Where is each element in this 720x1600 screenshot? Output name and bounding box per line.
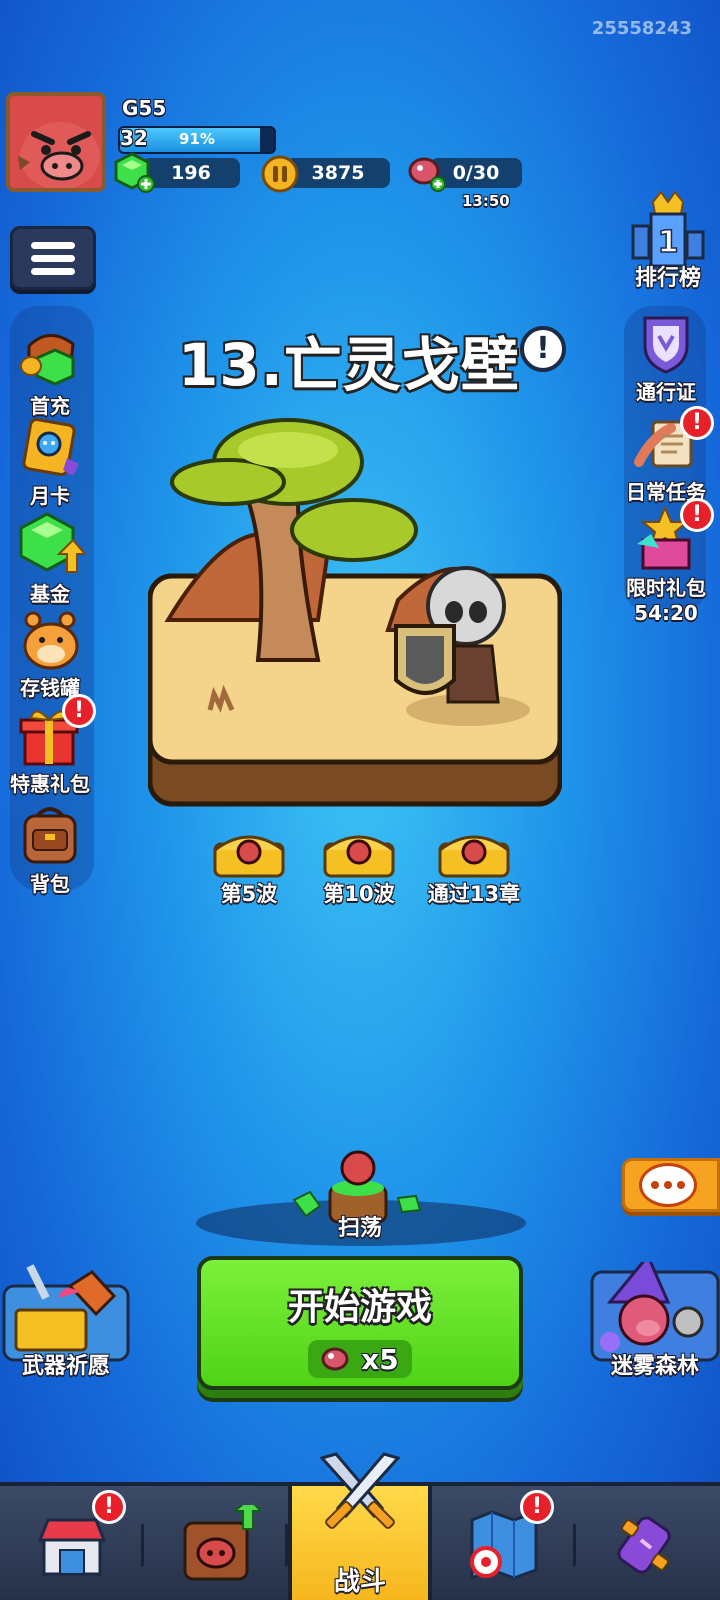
talent-scroll-icon [617,1516,671,1574]
start-game-label: 开始游戏 [287,1287,432,1328]
left-menu-label: 背包 [30,872,70,896]
menu-button[interactable] [10,226,96,290]
right-menu-daily-tasks[interactable]: ! 日常任务 [616,406,716,505]
coins-value: 3875 [311,162,365,184]
menu-line [31,267,75,275]
bottom-nav: ! 战斗 ! [0,1452,720,1600]
chest-icon [323,835,395,878]
chest-label: 第10波 [323,882,395,906]
right-menu-label: 限时礼包 [626,576,706,600]
chest-icon [213,835,285,878]
player-name: G55 [122,96,167,120]
fog-forest-witch-icon [590,1253,720,1362]
first-recharge-gem-icon [20,334,75,386]
left-menu-piggy-bank[interactable]: 存钱罐 [0,604,100,701]
energy-cost: x5 [308,1340,412,1378]
nav-tab-talent[interactable] [576,1486,720,1600]
chapter-clear-chest[interactable]: 通过13章 [414,830,534,908]
leaderboard-label: 排行榜 [634,266,701,291]
left-menu-label: 基金 [30,582,70,606]
menu-line [31,254,75,262]
xp-percent: 91% [179,130,215,148]
chest-icon [438,835,510,878]
wave-chest-5[interactable]: 第5波 [194,830,304,908]
right-menu-limited-pack[interactable]: ! 限时礼包 54:20 [616,498,716,625]
chapter-island-illustration[interactable] [147,410,563,822]
meat-icon [321,1347,349,1371]
backpack-icon [23,807,77,864]
crossed-swords-icon [319,1452,401,1529]
limited-pack-timer: 54:20 [634,601,698,625]
player-avatar[interactable] [6,92,106,192]
meat-plus-icon[interactable] [406,154,450,194]
shop-alert-badge: ! [92,1490,126,1524]
pass-shield-icon [643,316,689,374]
left-menu-label: 特惠礼包 [10,772,90,796]
limited-pack-alert-badge: ! [680,498,714,532]
gem-plus-icon[interactable] [112,152,156,194]
left-menu-monthly-card[interactable]: 月卡 [0,412,100,509]
chapter-title: 13.亡灵戈壁 [178,331,520,399]
coin-icon [261,155,299,193]
special-pack-alert-badge: ! [62,694,96,728]
weapon-wish-label: 武器祈愿 [21,1354,110,1379]
weapon-chest-icon [2,1264,130,1362]
chest-label: 通过13章 [427,882,521,906]
sweep-button[interactable]: 扫荡 [280,1150,440,1250]
fog-forest-button[interactable]: 迷雾森林 [590,1253,720,1380]
energy-value: 0/30 [452,162,500,184]
right-menu-label: 通行证 [636,380,696,404]
left-menu-backpack[interactable]: 背包 [0,800,100,897]
gems-value: 196 [171,162,211,184]
start-game-button[interactable]: 开始游戏 x5 [197,1256,523,1390]
player-id: 25558243 [591,18,692,39]
island-scene [147,418,563,807]
nav-tab-battle[interactable]: 战斗 [288,1452,432,1600]
gems-counter[interactable]: 196 [142,158,240,188]
nav-tab-shop[interactable]: ! [0,1486,144,1600]
battle-tab-label: 战斗 [333,1567,386,1597]
leaderboard-rank: 1 [658,225,679,260]
fund-gem-arrow-icon [19,512,88,573]
monthly-card-icon [22,418,79,476]
right-menu-pass[interactable]: 通行证 [616,308,716,405]
pig-avatar-icon [10,96,102,188]
wave-chest-10[interactable]: 第10波 [304,830,414,908]
chat-button[interactable] [622,1158,720,1212]
chapter-info-icon[interactable]: ! [520,326,566,372]
left-menu-fund[interactable]: 基金 [0,510,100,607]
chat-bubble-icon [639,1163,697,1207]
left-menu-label: 月卡 [30,484,70,508]
energy-timer: 13:50 [462,192,510,210]
leaderboard-button[interactable]: 1 排行榜 [616,188,720,292]
weapon-wish-button[interactable]: 武器祈愿 [2,1262,130,1380]
equipment-backpack-icon [183,1505,261,1581]
piggy-bank-hamster-icon [23,611,79,670]
nav-tab-equipment[interactable] [144,1486,288,1600]
left-menu-special-pack[interactable]: ! 特惠礼包 [0,694,100,797]
coins-counter[interactable]: 3875 [286,158,390,188]
map-alert-badge: ! [520,1490,554,1524]
energy-cost-value: x5 [361,1342,399,1376]
menu-line [31,241,75,249]
nav-tab-map[interactable]: ! [432,1486,576,1600]
sweep-label: 扫荡 [337,1216,382,1241]
daily-tasks-alert-badge: ! [680,406,714,440]
left-menu-first-recharge[interactable]: 首充 [0,322,100,419]
chest-label: 第5波 [220,882,278,906]
fog-forest-label: 迷雾森林 [610,1354,699,1379]
